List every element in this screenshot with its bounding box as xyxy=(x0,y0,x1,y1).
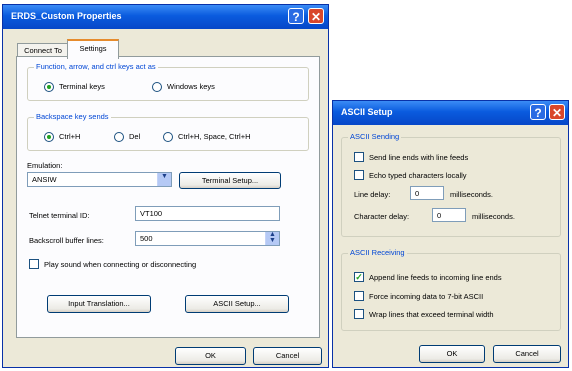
function-keys-group: Function, arrow, and ctrl keys act as Te… xyxy=(27,62,309,101)
close-icon[interactable]: ✕ xyxy=(308,8,324,24)
ascii-ok-button[interactable]: OK xyxy=(419,345,485,363)
force-7bit-label: Force incoming data to 7-bit ASCII xyxy=(369,292,484,301)
wrap-lines-checkbox[interactable] xyxy=(354,309,364,319)
ascii-cancel-button[interactable]: Cancel xyxy=(493,345,561,363)
input-translation-button[interactable]: Input Translation... xyxy=(47,295,151,313)
line-delay-label: Line delay: xyxy=(354,190,391,199)
telnet-id-input[interactable]: VT100 xyxy=(135,206,280,221)
ctrl-h-space-radio[interactable] xyxy=(163,132,173,142)
buffer-lines-input[interactable]: 500 ▲ ▼ xyxy=(135,231,280,246)
ascii-receiving-label: ASCII Receiving xyxy=(348,248,407,257)
ascii-setup-dialog: ASCII Setup ? ✕ ASCII Sending Send line … xyxy=(332,100,569,368)
play-sound-checkbox[interactable] xyxy=(29,259,39,269)
ascii-title: ASCII Setup xyxy=(341,107,393,117)
telnet-id-value: VT100 xyxy=(140,209,163,218)
properties-title-bar[interactable]: ERDS_Custom Properties ? ✕ xyxy=(3,5,328,29)
emulation-label: Emulation: xyxy=(27,161,63,170)
echo-typed-checkbox[interactable] xyxy=(354,170,364,180)
char-delay-value: 0 xyxy=(437,211,442,220)
backspace-group: Backspace key sends Ctrl+H Del Ctrl+H, S… xyxy=(27,112,309,151)
properties-title: ERDS_Custom Properties xyxy=(11,11,122,21)
del-radio[interactable] xyxy=(114,132,124,142)
wrap-lines-label: Wrap lines that exceed terminal width xyxy=(369,310,494,319)
echo-typed-label: Echo typed characters locally xyxy=(369,171,467,180)
force-7bit-checkbox[interactable] xyxy=(354,291,364,301)
ascii-title-bar[interactable]: ASCII Setup ? ✕ xyxy=(333,101,568,125)
help-icon[interactable]: ? xyxy=(288,8,304,24)
play-sound-label: Play sound when connecting or disconnect… xyxy=(44,260,197,269)
spinner-icon[interactable]: ▲ ▼ xyxy=(265,231,279,245)
help-icon[interactable]: ? xyxy=(530,104,546,120)
ascii-setup-button[interactable]: ASCII Setup... xyxy=(185,295,289,313)
properties-dialog: ERDS_Custom Properties ? ✕ Connect To Se… xyxy=(2,4,329,368)
check-icon[interactable]: ✓ xyxy=(354,272,364,282)
append-line-feeds-label: Append line feeds to incoming line ends xyxy=(369,273,502,282)
ctrl-h-radio[interactable] xyxy=(44,132,54,142)
send-line-ends-checkbox[interactable] xyxy=(354,152,364,162)
cancel-button[interactable]: Cancel xyxy=(253,347,322,365)
tab-settings[interactable]: Settings xyxy=(67,39,119,59)
ok-button[interactable]: OK xyxy=(175,347,246,365)
line-delay-unit: milliseconds. xyxy=(450,190,493,199)
ctrl-h-label: Ctrl+H xyxy=(59,132,81,141)
char-delay-label: Character delay: xyxy=(354,212,410,221)
send-line-ends-label: Send line ends with line feeds xyxy=(369,153,469,162)
emulation-value: ANSIW xyxy=(32,175,57,184)
ctrl-h-space-label: Ctrl+H, Space, Ctrl+H xyxy=(178,132,251,141)
settings-panel: Function, arrow, and ctrl keys act as Te… xyxy=(16,56,320,338)
windows-keys-radio[interactable] xyxy=(152,82,162,92)
terminal-keys-radio[interactable] xyxy=(44,82,54,92)
terminal-keys-label: Terminal keys xyxy=(59,82,105,91)
backspace-group-label: Backspace key sends xyxy=(34,112,111,121)
del-label: Del xyxy=(129,132,141,141)
combo-arrow-icon[interactable]: ▼ xyxy=(157,173,171,186)
ascii-sending-group: ASCII Sending Send line ends with line f… xyxy=(341,132,561,237)
char-delay-input[interactable]: 0 xyxy=(432,208,466,222)
ascii-sending-label: ASCII Sending xyxy=(348,132,402,141)
function-keys-group-label: Function, arrow, and ctrl keys act as xyxy=(34,62,158,71)
terminal-setup-button[interactable]: Terminal Setup... xyxy=(179,172,281,189)
char-delay-unit: milliseconds. xyxy=(472,212,515,221)
telnet-id-label: Telnet terminal ID: xyxy=(29,211,90,220)
windows-keys-label: Windows keys xyxy=(167,82,215,91)
ascii-receiving-group: ASCII Receiving ✓ Append line feeds to i… xyxy=(341,248,561,331)
emulation-select[interactable]: ANSIW ▼ xyxy=(27,172,172,187)
buffer-lines-value: 500 xyxy=(140,234,153,243)
buffer-lines-label: Backscroll buffer lines: xyxy=(29,236,104,245)
close-icon[interactable]: ✕ xyxy=(549,104,565,120)
line-delay-input[interactable]: 0 xyxy=(410,186,444,200)
line-delay-value: 0 xyxy=(415,189,420,198)
